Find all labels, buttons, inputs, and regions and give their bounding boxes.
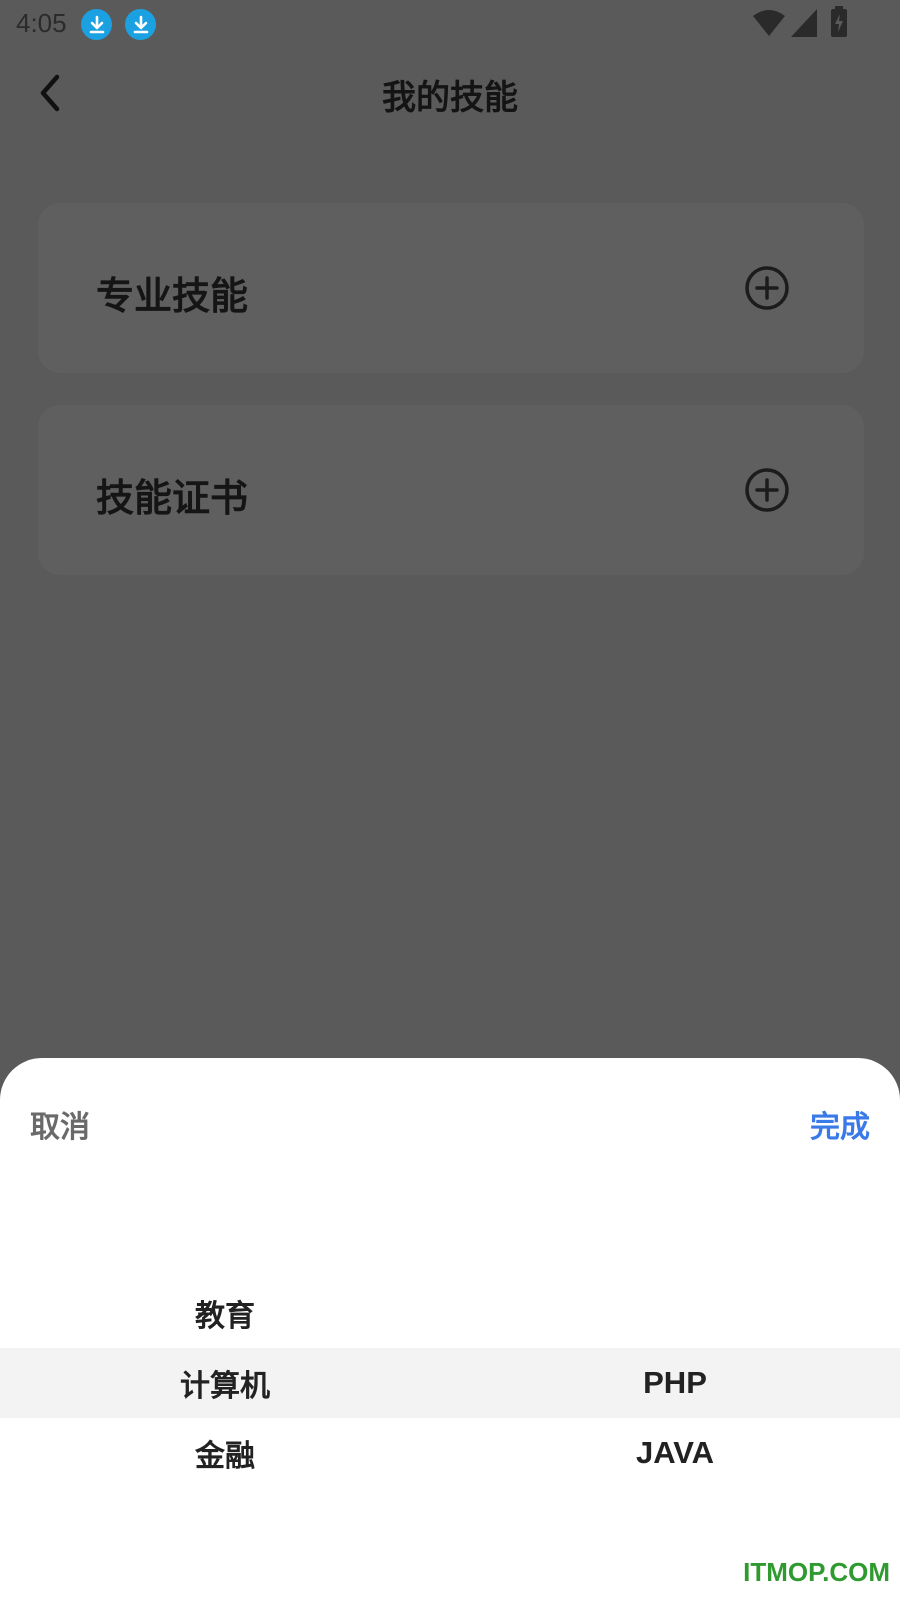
page-title: 我的技能	[382, 78, 518, 118]
status-bar: 4:05	[0, 0, 900, 48]
battery-charging-icon	[831, 6, 847, 37]
add-certificate-button[interactable]	[744, 467, 790, 513]
wifi-icon	[753, 10, 785, 36]
screen: 4:05 我的技能 专业技能 技能证书 取消 完成 教育 计算机 金融 PHP …	[0, 0, 900, 1600]
picker-option[interactable]: 教育	[0, 1278, 450, 1348]
add-professional-skill-button[interactable]	[744, 265, 790, 311]
picker-sheet: 取消 完成 教育 计算机 金融 PHP JAVA ITMOP.COM	[0, 1058, 900, 1600]
card-skill-certificates[interactable]: 技能证书	[38, 405, 864, 575]
card-label: 专业技能	[96, 274, 249, 318]
download-icon	[125, 9, 156, 40]
card-label: 技能证书	[96, 476, 249, 520]
picker-column-skill[interactable]: PHP JAVA	[450, 1058, 900, 1600]
download-icon	[81, 9, 112, 40]
status-time: 4:05	[16, 8, 67, 38]
picker-option[interactable]: 金融	[0, 1418, 450, 1488]
signal-icon	[791, 9, 817, 37]
picker-option-selected[interactable]: PHP	[450, 1348, 900, 1418]
picker-column-category[interactable]: 教育 计算机 金融	[0, 1058, 450, 1600]
watermark: ITMOP.COM	[743, 1557, 890, 1587]
status-icons	[740, 6, 900, 42]
header: 我的技能	[0, 48, 900, 140]
picker-option[interactable]: JAVA	[450, 1418, 900, 1488]
add-circle-icon	[745, 266, 789, 310]
add-circle-icon	[745, 468, 789, 512]
card-professional-skills[interactable]: 专业技能	[38, 203, 864, 373]
picker-option-selected[interactable]: 计算机	[0, 1348, 450, 1418]
